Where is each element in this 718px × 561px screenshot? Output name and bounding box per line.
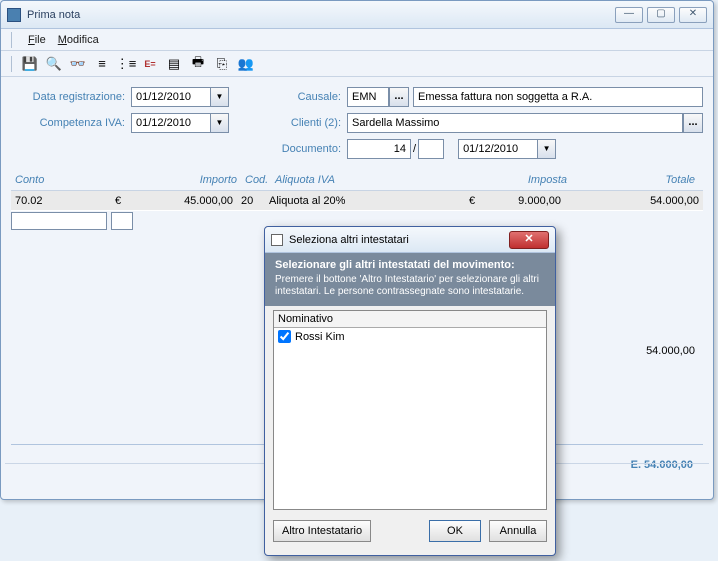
dialog-icon	[271, 234, 283, 246]
competenza-iva-label: Competenza IVA:	[11, 117, 131, 129]
clienti-input[interactable]	[347, 113, 683, 133]
dialog-buttons: Altro Intestatario OK Annulla	[265, 514, 555, 548]
cell-aliquota: Aliquota al 20%	[265, 195, 465, 207]
data-registrazione-label: Data registrazione:	[11, 91, 131, 103]
dialog-list: Nominativo Rossi Kim	[273, 310, 547, 510]
print-icon[interactable]: 🖶	[188, 54, 208, 74]
menu-modifica[interactable]: Modifica	[58, 34, 99, 46]
documento-label: Documento:	[269, 143, 347, 155]
window-title: Prima nota	[27, 9, 80, 21]
cell-eur2: €	[465, 195, 485, 207]
eur-edit-input[interactable]	[111, 212, 133, 230]
app-icon	[7, 8, 21, 22]
data-registrazione-dropdown[interactable]: ▼	[211, 87, 229, 107]
list2-icon[interactable]: ⋮≡	[116, 54, 136, 74]
intestatario-name: Rossi Kim	[295, 331, 345, 343]
col-imposta: Imposta	[471, 173, 571, 190]
dialog-close-button[interactable]: ✕	[509, 231, 549, 249]
col-importo: Importo	[111, 173, 241, 190]
cell-imposta: 9.000,00	[485, 195, 565, 207]
altro-intestatario-button[interactable]: Altro Intestatario	[273, 520, 371, 542]
intestatario-checkbox[interactable]	[278, 330, 291, 343]
close-button[interactable]: ✕	[679, 7, 707, 23]
clienti-lookup-button[interactable]: ...	[683, 113, 703, 133]
grid-row[interactable]: 70.02 € 45.000,00 20 Aliquota al 20% € 9…	[11, 191, 703, 211]
cell-importo: 45.000,00	[131, 195, 237, 207]
dialog-seleziona-intestatari: Seleziona altri intestatari ✕ Selezionar…	[264, 226, 556, 556]
col-totale: Totale	[571, 173, 703, 190]
annulla-button[interactable]: Annulla	[489, 520, 547, 542]
grid: Conto Importo Cod. Aliquota IVA Imposta …	[11, 173, 703, 231]
causale-label: Causale:	[269, 91, 347, 103]
dialog-list-row[interactable]: Rossi Kim	[274, 328, 546, 345]
data-registrazione-input[interactable]	[131, 87, 211, 107]
titlebar: Prima nota — ▢ ✕	[1, 1, 713, 29]
users-icon[interactable]: 👥	[236, 54, 256, 74]
cell-eur1: €	[111, 195, 131, 207]
dialog-header-title: Selezionare gli altri intestatati del mo…	[275, 259, 545, 271]
doc-icon[interactable]: ▤	[164, 54, 184, 74]
competenza-iva-dropdown[interactable]: ▼	[211, 113, 229, 133]
menubar: File Modifica	[1, 29, 713, 51]
grid-header: Conto Importo Cod. Aliquota IVA Imposta …	[11, 173, 703, 191]
cell-conto: 70.02	[11, 195, 111, 207]
cell-cod: 20	[237, 195, 265, 207]
causale-code-input[interactable]	[347, 87, 389, 107]
minimize-button[interactable]: —	[615, 7, 643, 23]
causale-desc-input[interactable]	[413, 87, 703, 107]
col-aliquota: Aliquota IVA	[271, 173, 471, 190]
copy-icon[interactable]: ⎘	[212, 54, 232, 74]
competenza-iva-input[interactable]	[131, 113, 211, 133]
col-cod: Cod.	[241, 173, 271, 190]
dialog-header-sub: Premere il bottone 'Altro Intestatario' …	[275, 274, 545, 298]
cell-totale: 54.000,00	[565, 195, 703, 207]
glasses-icon[interactable]: 👓	[68, 54, 88, 74]
dialog-column-nominativo: Nominativo	[274, 311, 546, 328]
dialog-title: Seleziona altri intestatari	[289, 234, 409, 246]
dialog-header: Selezionare gli altri intestatati del mo…	[265, 253, 555, 306]
clienti-label: Clienti (2):	[269, 117, 347, 129]
eq-icon[interactable]: E=	[140, 54, 160, 74]
dialog-titlebar: Seleziona altri intestatari ✕	[265, 227, 555, 253]
documento-date-dropdown[interactable]: ▼	[538, 139, 556, 159]
list-icon[interactable]: ≡	[92, 54, 112, 74]
toolbar: 💾 🔍 👓 ≡ ⋮≡ E= ▤ 🖶 ⎘ 👥	[1, 51, 713, 77]
documento-sub-input[interactable]	[418, 139, 444, 159]
col-conto: Conto	[11, 173, 111, 190]
documento-date-input[interactable]	[458, 139, 538, 159]
maximize-button[interactable]: ▢	[647, 7, 675, 23]
form-area: Data registrazione: ▼ Causale: ... Compe…	[1, 77, 713, 169]
find-icon[interactable]: 🔍	[44, 54, 64, 74]
documento-separator: /	[411, 143, 418, 155]
grid-total-right: 54.000,00	[646, 345, 695, 357]
conto-edit-input[interactable]	[11, 212, 107, 230]
causale-lookup-button[interactable]: ...	[389, 87, 409, 107]
ok-button[interactable]: OK	[429, 520, 481, 542]
documento-num-input[interactable]	[347, 139, 411, 159]
save-icon[interactable]: 💾	[20, 54, 40, 74]
menu-file[interactable]: File	[28, 34, 46, 46]
